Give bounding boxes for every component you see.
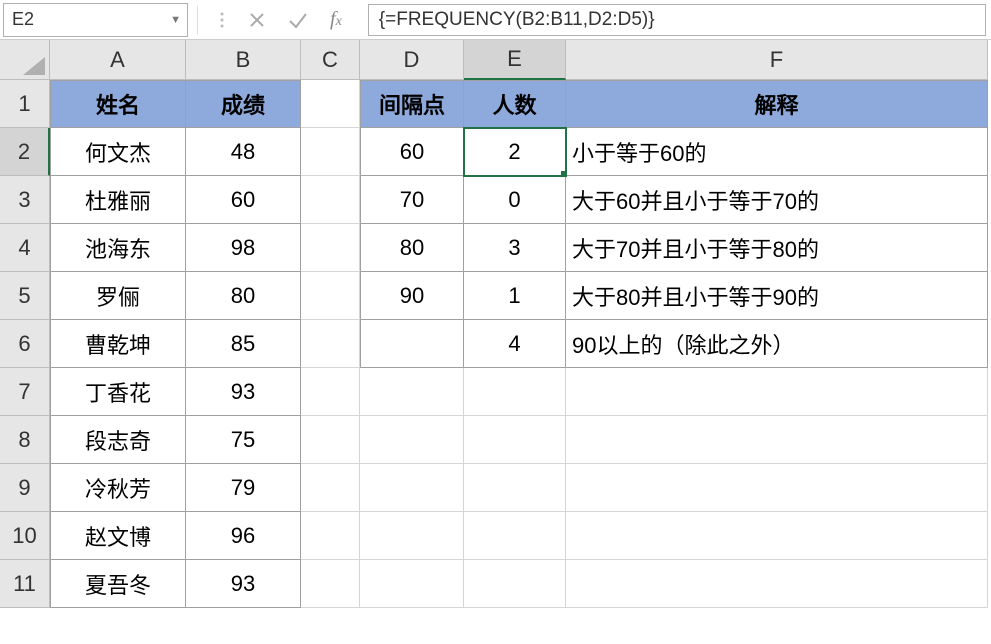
cell-C9[interactable] [301,464,360,512]
cell-F11[interactable] [566,560,988,608]
row-header-11[interactable]: 11 [0,560,50,608]
cell-D5[interactable]: 90 [360,272,464,320]
name-box[interactable]: E2 ▼ [3,3,188,37]
dots-icon [218,11,226,29]
name-box-value: E2 [12,9,34,30]
cell-D6[interactable] [360,320,464,368]
cell-A1[interactable]: 姓名 [50,80,186,128]
cell-D11[interactable] [360,560,464,608]
enter-icon[interactable] [288,11,308,29]
cell-E10[interactable] [464,512,566,560]
cell-F6[interactable]: 90以上的（除此之外） [566,320,988,368]
formula-bar-icons: fx [202,8,358,31]
row-header-4[interactable]: 4 [0,224,50,272]
cell-A4[interactable]: 池海东 [50,224,186,272]
column-headers: A B C D E F [50,40,988,80]
cell-A5[interactable]: 罗俪 [50,272,186,320]
col-header-C[interactable]: C [301,40,360,80]
cancel-icon[interactable] [248,11,266,29]
row-header-10[interactable]: 10 [0,512,50,560]
cell-B8[interactable]: 75 [186,416,301,464]
cell-F10[interactable] [566,512,988,560]
formula-value: {=FREQUENCY(B2:B11,D2:D5)} [379,9,655,31]
col-header-B[interactable]: B [186,40,301,80]
fx-icon[interactable]: fx [330,8,342,31]
cell-C11[interactable] [301,560,360,608]
cell-C6[interactable] [301,320,360,368]
cell-D3[interactable]: 70 [360,176,464,224]
cell-F9[interactable] [566,464,988,512]
cell-E3[interactable]: 0 [464,176,566,224]
cell-D2[interactable]: 60 [360,128,464,176]
col-header-D[interactable]: D [360,40,464,80]
cell-A11[interactable]: 夏吾冬 [50,560,186,608]
cell-F3[interactable]: 大于60并且小于等于70的 [566,176,988,224]
cell-E9[interactable] [464,464,566,512]
cell-A6[interactable]: 曹乾坤 [50,320,186,368]
cell-C3[interactable] [301,176,360,224]
cell-D9[interactable] [360,464,464,512]
row-header-6[interactable]: 6 [0,320,50,368]
cell-A7[interactable]: 丁香花 [50,368,186,416]
cell-A3[interactable]: 杜雅丽 [50,176,186,224]
cell-C7[interactable] [301,368,360,416]
cell-D4[interactable]: 80 [360,224,464,272]
cell-C2[interactable] [301,128,360,176]
col-header-E[interactable]: E [464,40,566,80]
cell-B11[interactable]: 93 [186,560,301,608]
cell-C10[interactable] [301,512,360,560]
row-headers: 1 2 3 4 5 6 7 8 9 10 11 [0,80,50,608]
row-header-5[interactable]: 5 [0,272,50,320]
row-header-2[interactable]: 2 [0,128,50,176]
cell-F8[interactable] [566,416,988,464]
cell-E1[interactable]: 人数 [464,80,566,128]
dropdown-icon[interactable]: ▼ [170,14,181,26]
row-header-3[interactable]: 3 [0,176,50,224]
cell-E4[interactable]: 3 [464,224,566,272]
cell-D10[interactable] [360,512,464,560]
cell-F2[interactable]: 小于等于60的 [566,128,988,176]
cell-B6[interactable]: 85 [186,320,301,368]
cell-E8[interactable] [464,416,566,464]
cell-E6[interactable]: 4 [464,320,566,368]
cell-B7[interactable]: 93 [186,368,301,416]
cell-B10[interactable]: 96 [186,512,301,560]
row-header-7[interactable]: 7 [0,368,50,416]
cell-F1[interactable]: 解释 [566,80,988,128]
formula-input[interactable]: {=FREQUENCY(B2:B11,D2:D5)} [368,4,986,36]
cell-A2[interactable]: 何文杰 [50,128,186,176]
cell-A9[interactable]: 冷秋芳 [50,464,186,512]
cell-D7[interactable] [360,368,464,416]
cell-E11[interactable] [464,560,566,608]
cell-F4[interactable]: 大于70并且小于等于80的 [566,224,988,272]
cell-B9[interactable]: 79 [186,464,301,512]
cell-C8[interactable] [301,416,360,464]
cell-D8[interactable] [360,416,464,464]
row-header-1[interactable]: 1 [0,80,50,128]
cells: 姓名 成绩 间隔点 人数 解释 何文杰 48 60 2 小于等于60的 杜雅丽 … [50,80,988,608]
cell-B2[interactable]: 48 [186,128,301,176]
cell-C5[interactable] [301,272,360,320]
cell-E7[interactable] [464,368,566,416]
cell-B5[interactable]: 80 [186,272,301,320]
cell-E2[interactable]: 2 [464,128,566,176]
cell-C1[interactable] [301,80,360,128]
cell-B4[interactable]: 98 [186,224,301,272]
col-header-A[interactable]: A [50,40,186,80]
formula-bar: E2 ▼ fx {=FREQUENCY(B2:B11,D2:D5)} [0,0,991,40]
divider [197,6,198,34]
cell-B3[interactable]: 60 [186,176,301,224]
cell-D1[interactable]: 间隔点 [360,80,464,128]
cell-F5[interactable]: 大于80并且小于等于90的 [566,272,988,320]
cell-B1[interactable]: 成绩 [186,80,301,128]
cell-A8[interactable]: 段志奇 [50,416,186,464]
cell-C4[interactable] [301,224,360,272]
cell-E5[interactable]: 1 [464,272,566,320]
select-all-corner[interactable] [0,40,50,80]
row-header-9[interactable]: 9 [0,464,50,512]
cell-F7[interactable] [566,368,988,416]
row-header-8[interactable]: 8 [0,416,50,464]
col-header-F[interactable]: F [566,40,988,80]
cell-A10[interactable]: 赵文博 [50,512,186,560]
